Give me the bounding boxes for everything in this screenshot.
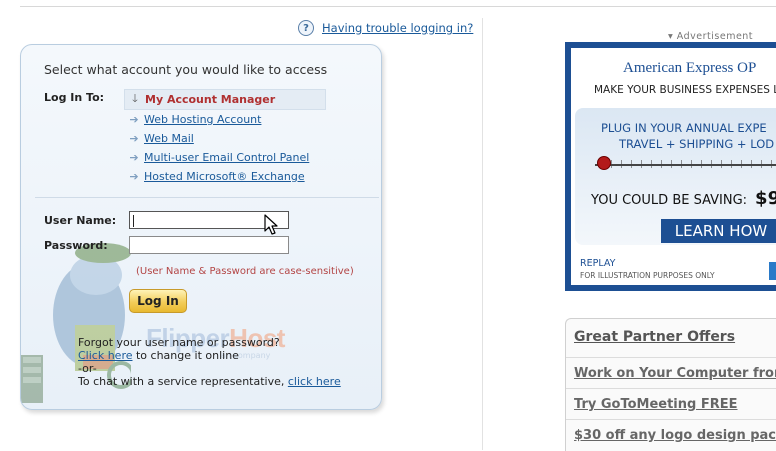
- ad-plug-text: PLUG IN YOUR ANNUAL EXPE TRAVEL + SHIPPI…: [601, 120, 774, 152]
- change-online-link[interactable]: Click here: [78, 349, 133, 362]
- account-option-label[interactable]: Web Mail: [144, 132, 194, 145]
- arrow-right-icon: ➔: [129, 113, 139, 126]
- mouse-pointer-icon: [264, 214, 278, 235]
- account-option-web-mail[interactable]: ➔ Web Mail: [124, 129, 326, 148]
- ad-replay-link[interactable]: REPLAY: [580, 258, 615, 269]
- login-button[interactable]: Log In: [129, 289, 187, 313]
- change-online-text: to change it online: [132, 349, 239, 362]
- username-label: User Name:: [44, 214, 117, 227]
- account-option-label[interactable]: Hosted Microsoft® Exchange: [144, 170, 305, 183]
- ad-subtitle: MAKE YOUR BUSINESS EXPENSES LESS: [594, 84, 776, 96]
- chat-link[interactable]: click here: [288, 375, 341, 388]
- ad-content: American Express OP MAKE YOUR BUSINESS E…: [571, 48, 776, 285]
- question-circle-icon[interactable]: ?: [298, 20, 314, 36]
- chat-text: To chat with a service representative,: [78, 375, 288, 388]
- arrow-right-icon: ➔: [129, 132, 139, 145]
- forgot-text: Forgot your user name or password?: [78, 336, 280, 349]
- ad-slider-track[interactable]: [595, 164, 776, 166]
- chat-line: To chat with a service representative, c…: [78, 375, 341, 388]
- login-panel: FlipperHost an company Select what accou…: [20, 44, 382, 410]
- password-label: Password:: [44, 239, 108, 252]
- offer-link[interactable]: Try GoToMeeting FREE: [574, 397, 738, 412]
- amex-logo-icon: [769, 262, 776, 280]
- ad-saving-amount: $9: [755, 188, 776, 209]
- case-sensitive-note: (User Name & Password are case-sensitive…: [136, 266, 354, 277]
- trouble-logging-in-link[interactable]: Having trouble logging in?: [322, 21, 473, 35]
- ad-illustration-note: FOR ILLUSTRATION PURPOSES ONLY: [580, 271, 715, 280]
- account-option-label[interactable]: Web Hosting Account: [144, 113, 261, 126]
- password-input[interactable]: [129, 236, 289, 254]
- ad-title: American Express OP: [623, 60, 757, 76]
- offer-item[interactable]: $30 off any logo design package: [566, 419, 776, 450]
- account-option-hosted-exchange[interactable]: ➔ Hosted Microsoft® Exchange: [124, 167, 326, 186]
- arrow-right-icon: ➔: [129, 170, 139, 183]
- ad-calculator-panel: PLUG IN YOUR ANNUAL EXPE TRAVEL + SHIPPI…: [575, 108, 776, 245]
- partner-offers-title[interactable]: Great Partner Offers: [574, 329, 735, 345]
- column-divider: [482, 18, 483, 450]
- account-select-title: Select what account you would like to ac…: [44, 62, 328, 77]
- account-option-my-account-manager[interactable]: 🡓 My Account Manager: [124, 89, 326, 110]
- account-option-label: My Account Manager: [145, 93, 276, 106]
- help-bar: ? Having trouble logging in?: [298, 20, 473, 36]
- text-caret: [133, 215, 134, 227]
- offer-item[interactable]: Try GoToMeeting FREE: [566, 388, 776, 419]
- forgot-credentials-block: Forgot your user name or password? Click…: [78, 336, 341, 388]
- ad-saving: YOU COULD BE SAVING: $9: [591, 188, 776, 209]
- offer-item[interactable]: Work on Your Computer from A: [566, 357, 776, 388]
- offer-link[interactable]: Work on Your Computer from A: [574, 366, 776, 381]
- advertisement-banner[interactable]: American Express OP MAKE YOUR BUSINESS E…: [565, 42, 776, 291]
- change-online-line: Click here to change it online: [78, 349, 341, 362]
- offer-link[interactable]: $30 off any logo design package: [574, 428, 776, 443]
- ad-plug-line-1: PLUG IN YOUR ANNUAL EXPE: [601, 121, 767, 135]
- or-separator: -or-: [78, 362, 97, 375]
- ad-slider-knob[interactable]: [597, 156, 611, 170]
- account-option-email-control-panel[interactable]: ➔ Multi-user Email Control Panel: [124, 148, 326, 167]
- arrow-down-icon: 🡓: [132, 92, 138, 105]
- learn-how-button[interactable]: LEARN HOW: [661, 219, 776, 243]
- account-list: 🡓 My Account Manager ➔ Web Hosting Accou…: [124, 89, 326, 186]
- account-option-label[interactable]: Multi-user Email Control Panel: [144, 151, 309, 164]
- section-divider: [35, 197, 379, 198]
- ad-saving-label: YOU COULD BE SAVING:: [591, 193, 748, 208]
- login-to-label: Log In To:: [44, 91, 105, 104]
- account-option-web-hosting[interactable]: ➔ Web Hosting Account: [124, 110, 326, 129]
- ad-plug-line-2: TRAVEL + SHIPPING + LOD: [619, 137, 775, 151]
- advertisement-label: ▾ Advertisement: [668, 31, 754, 42]
- top-rule: [20, 6, 776, 7]
- arrow-right-icon: ➔: [129, 151, 139, 164]
- partner-offers-panel: Great Partner Offers Work on Your Comput…: [565, 318, 776, 451]
